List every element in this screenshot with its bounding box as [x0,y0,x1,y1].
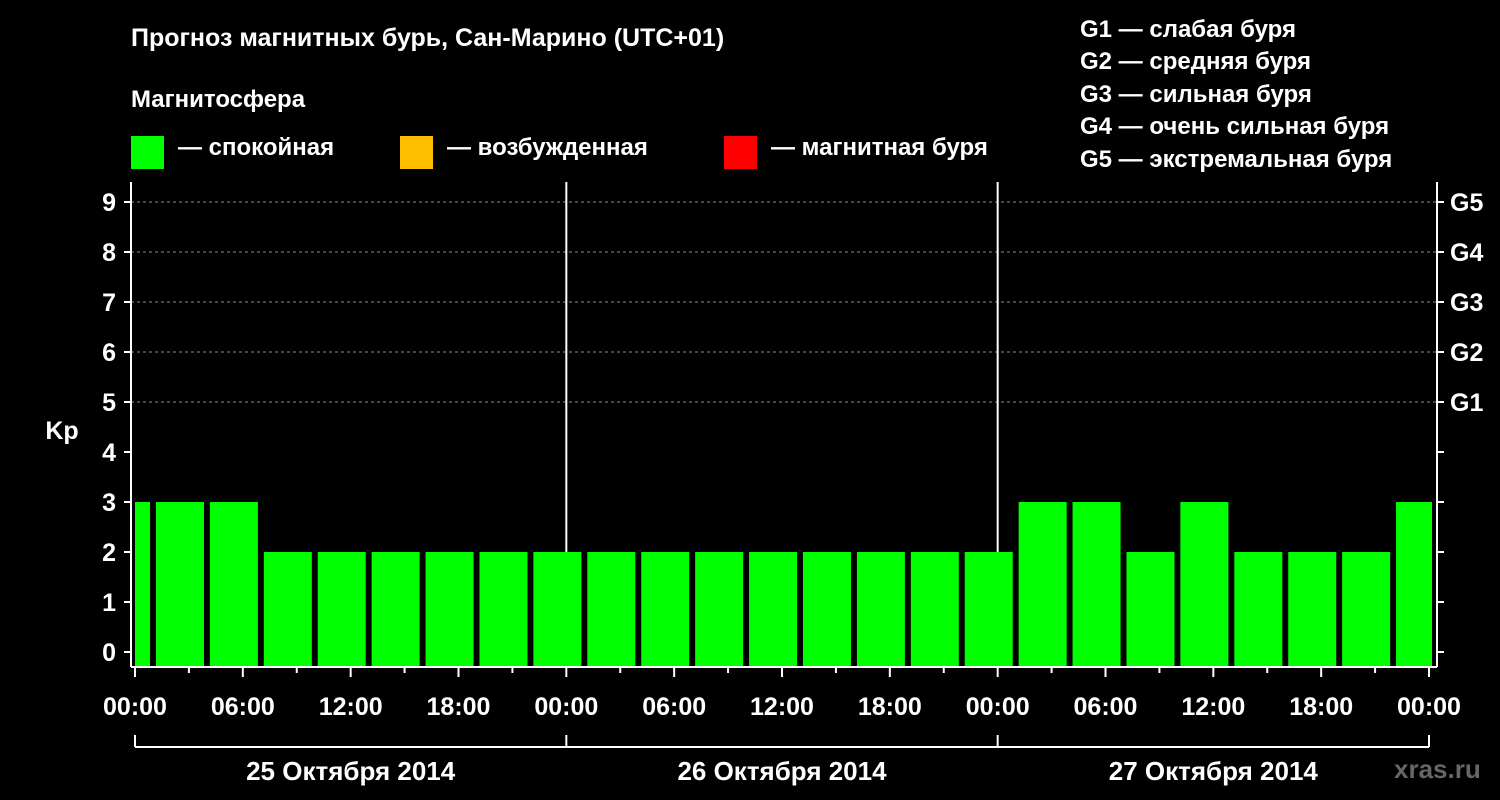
x-tick-label: 12:00 [750,693,814,721]
day-label: 25 Октября 2014 [246,756,456,786]
x-tick-label: 00:00 [103,693,167,721]
kp-bar [425,552,474,667]
kp-bar [641,552,690,667]
kp-bar [263,552,312,667]
kp-bar [155,502,204,667]
y-tick-label: 4 [102,439,116,467]
y-tick-label: 8 [102,239,116,267]
y-tick-label: 0 [102,639,116,667]
kp-bar [1072,502,1121,667]
kp-bar [209,502,258,667]
kp-bar [479,552,528,667]
x-tick-label: 00:00 [534,693,598,721]
x-tick-label: 06:00 [1074,693,1138,721]
kp-bar [1342,552,1391,667]
kp-bar [695,552,744,667]
y-tick-label: 3 [102,489,116,517]
kp-bar [1288,552,1337,667]
kp-bar [1180,502,1229,667]
x-tick-label: 00:00 [1397,693,1461,721]
kp-bar [856,552,905,667]
kp-bar [317,552,366,667]
x-tick-label: 18:00 [427,693,491,721]
kp-bar [533,552,582,667]
y-tick-label: 2 [102,539,116,567]
kp-bar [135,502,151,667]
kp-bar [1396,502,1432,667]
g-level-label: G3 [1450,289,1483,317]
kp-bar [1126,552,1175,667]
kp-bar [910,552,959,667]
y-axis-label: Kp [45,417,78,445]
kp-bar [1018,502,1067,667]
y-tick-label: 9 [102,189,116,217]
y-tick-label: 6 [102,339,116,367]
y-tick-label: 1 [102,589,116,617]
g-level-label: G2 [1450,339,1483,367]
kp-bar-chart: 0 1 2 3 4 5 6 7 8 9 G1 G2 G3 G4 G5 Kp 00:00 06:00 12:00 18:… [45,182,1483,786]
x-tick-label: 00:00 [966,693,1030,721]
kp-bar [964,552,1013,667]
kp-bar [587,552,636,667]
kp-bar [802,552,851,667]
x-tick-label: 06:00 [211,693,275,721]
site-watermark: xras.ru [1394,754,1481,784]
x-tick-label: 18:00 [858,693,922,721]
g-level-label: G5 [1450,189,1483,217]
y-tick-label: 7 [102,289,116,317]
day-label: 26 Октября 2014 [677,756,887,786]
kp-bar [371,552,420,667]
y-tick-label: 5 [102,389,116,417]
day-label: 27 Октября 2014 [1109,756,1319,786]
kp-bar [1234,552,1283,667]
x-tick-label: 18:00 [1289,693,1353,721]
g-level-label: G1 [1450,389,1483,417]
kp-bar [749,552,798,667]
x-tick-label: 12:00 [319,693,383,721]
x-tick-label: 12:00 [1181,693,1245,721]
x-tick-label: 06:00 [642,693,706,721]
g-level-label: G4 [1450,239,1483,267]
